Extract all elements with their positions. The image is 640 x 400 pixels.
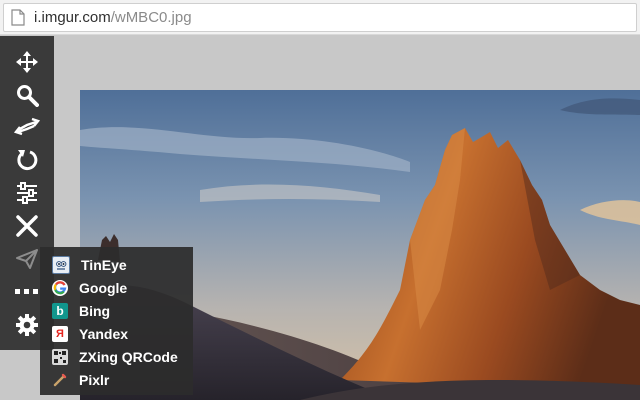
menu-item-label: Bing bbox=[79, 302, 111, 319]
menu-item-google[interactable]: Google bbox=[52, 277, 188, 298]
yandex-icon: Я bbox=[52, 325, 68, 342]
address-bar: i.imgur.com/wMBC0.jpg bbox=[0, 0, 640, 35]
menu-item-tineye[interactable]: TinEye bbox=[52, 254, 188, 275]
adjust-icon bbox=[17, 182, 37, 204]
flip-button[interactable] bbox=[12, 113, 42, 143]
menu-item-label: TinEye bbox=[81, 256, 127, 273]
send-icon bbox=[16, 249, 38, 269]
menu-item-yandex[interactable]: Я Yandex bbox=[52, 323, 188, 344]
menu-item-label: Pixlr bbox=[79, 371, 110, 388]
url-field[interactable]: i.imgur.com/wMBC0.jpg bbox=[3, 3, 637, 32]
pixlr-icon bbox=[52, 372, 68, 388]
close-icon bbox=[16, 215, 38, 237]
rotate-button[interactable] bbox=[12, 145, 42, 175]
menu-item-label: Yandex bbox=[79, 325, 129, 342]
move-button[interactable] bbox=[12, 47, 42, 77]
menu-item-bing[interactable]: b Bing bbox=[52, 300, 188, 321]
page-icon bbox=[11, 9, 25, 26]
menu-item-label: ZXing QRCode bbox=[79, 348, 178, 365]
flip-icon bbox=[14, 117, 40, 136]
bing-icon: b bbox=[52, 302, 68, 319]
search-engine-menu: TinEye Google b Bing Я Yandex ZXing QRCo… bbox=[40, 247, 193, 395]
menu-item-label: Google bbox=[79, 279, 128, 296]
url-path: /wMBC0.jpg bbox=[110, 9, 192, 26]
more-icon bbox=[15, 289, 38, 294]
send-button[interactable] bbox=[12, 244, 42, 274]
zoom-button[interactable] bbox=[12, 80, 42, 110]
url-host: i.imgur.com bbox=[34, 9, 111, 26]
settings-button[interactable] bbox=[12, 310, 42, 340]
google-icon bbox=[52, 279, 68, 296]
rotate-icon bbox=[17, 150, 38, 171]
menu-item-zxing[interactable]: ZXing QRCode bbox=[52, 346, 188, 367]
zxing-icon bbox=[52, 348, 68, 365]
url-text: i.imgur.com/wMBC0.jpg bbox=[34, 8, 192, 27]
menu-item-pixlr[interactable]: Pixlr bbox=[52, 369, 188, 390]
more-button[interactable] bbox=[12, 277, 42, 307]
zoom-icon bbox=[17, 85, 39, 107]
adjust-button[interactable] bbox=[12, 178, 42, 208]
settings-icon bbox=[16, 314, 38, 336]
move-icon bbox=[16, 51, 38, 73]
close-button[interactable] bbox=[12, 211, 42, 241]
tineye-icon bbox=[52, 255, 70, 274]
